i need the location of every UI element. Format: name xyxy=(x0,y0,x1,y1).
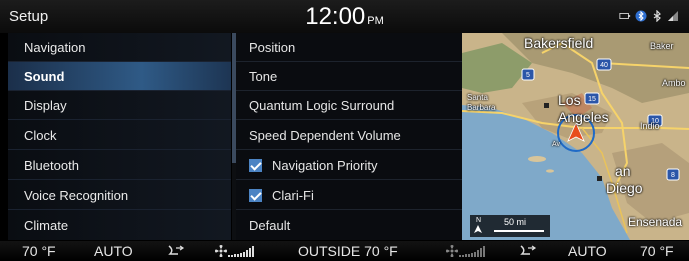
bluetooth-icon xyxy=(653,10,661,22)
option-label: Navigation Priority xyxy=(272,158,378,173)
menu-item-voice-recognition[interactable]: Voice Recognition xyxy=(8,181,231,210)
clari-fi-checkbox[interactable] xyxy=(249,189,262,202)
shield-label: 15 xyxy=(588,96,596,103)
option-navigation-priority[interactable]: Navigation Priority xyxy=(236,151,462,180)
north-arrow-icon xyxy=(474,225,482,233)
option-position[interactable]: Position xyxy=(236,33,462,62)
climate-bar: 70 °F AUTO OUTSIDE 70 °F AUTO 70 °F xyxy=(0,241,689,261)
status-icons xyxy=(619,10,679,22)
fan-icon[interactable] xyxy=(214,244,228,258)
passenger-climate-mode[interactable]: AUTO xyxy=(568,243,607,259)
menu-item-navigation[interactable]: Navigation xyxy=(8,33,231,62)
option-label: Default xyxy=(249,218,291,233)
driver-climate-mode[interactable]: AUTO xyxy=(94,243,133,259)
menu-item-sound[interactable]: Sound xyxy=(8,62,231,91)
driver-airflow-icon[interactable] xyxy=(166,244,186,258)
clock-time: 12:00 xyxy=(305,3,366,30)
option-label: Tone xyxy=(249,69,278,84)
map-label-amboy: Ambo xyxy=(662,78,686,88)
fan-icon[interactable] xyxy=(445,244,459,258)
setup-menu: Navigation Sound Display Clock Bluetooth… xyxy=(8,33,231,240)
shield-label: 40 xyxy=(600,62,608,69)
bluetooth-badge-icon xyxy=(635,10,647,22)
fan-level-indicator xyxy=(459,246,485,257)
map-label-baker: Baker xyxy=(650,41,674,51)
clock: 12:00 PM xyxy=(0,3,689,31)
outside-temperature: OUTSIDE 70 °F xyxy=(298,243,398,259)
option-speed-dependent-volume[interactable]: Speed Dependent Volume xyxy=(236,121,462,150)
map-label-indio: Indio xyxy=(640,121,660,131)
driver-temperature[interactable]: 70 °F xyxy=(22,243,56,259)
option-clari-fi[interactable]: Clari-Fi xyxy=(236,181,462,210)
map-label-avalon: Av xyxy=(552,141,561,148)
shield-label: 8 xyxy=(671,172,675,179)
menu-item-clock[interactable]: Clock xyxy=(8,121,231,150)
menu-item-display[interactable]: Display xyxy=(8,91,231,120)
navigation-map[interactable]: 40 5 15 8 10 Bakersfield Baker Ambo Sant… xyxy=(462,33,689,240)
option-label: Clari-Fi xyxy=(272,188,314,203)
shield-label: 5 xyxy=(526,72,530,79)
passenger-temperature[interactable]: 70 °F xyxy=(640,243,674,259)
scale-bar xyxy=(494,230,544,232)
map-label-bakersfield: Bakersfield xyxy=(524,35,594,51)
map-label-san: an xyxy=(615,163,631,179)
map-label-angeles: Angeles xyxy=(558,109,609,125)
option-quantum-logic-surround[interactable]: Quantum Logic Surround xyxy=(236,91,462,120)
map-label-santa: Santa xyxy=(467,93,488,102)
map-terrain: 40 5 15 8 10 xyxy=(462,33,689,240)
map-scale: N 50 mi xyxy=(470,215,550,237)
map-label-los: Los xyxy=(558,92,581,108)
scale-distance: 50 mi xyxy=(504,217,527,227)
status-bar: Setup 12:00 PM xyxy=(0,0,689,33)
option-tone[interactable]: Tone xyxy=(236,62,462,91)
option-label: Quantum Logic Surround xyxy=(249,98,395,113)
map-label-ensenada: Ensenada xyxy=(628,215,683,229)
menu-item-bluetooth[interactable]: Bluetooth xyxy=(8,151,231,180)
menu-item-climate[interactable]: Climate xyxy=(8,211,231,240)
passenger-airflow-icon[interactable] xyxy=(518,244,538,258)
fan-level-indicator xyxy=(228,246,254,257)
option-label: Position xyxy=(249,40,296,55)
battery-icon xyxy=(619,13,631,19)
navigation-priority-checkbox[interactable] xyxy=(249,159,262,172)
signal-icon xyxy=(668,11,678,21)
map-label-diego: Diego xyxy=(606,180,643,196)
clock-ampm: PM xyxy=(367,15,384,27)
sound-options-list: Position Tone Quantum Logic Surround Spe… xyxy=(236,33,462,240)
option-label: Speed Dependent Volume xyxy=(249,128,401,143)
option-default[interactable]: Default xyxy=(236,211,462,240)
map-label-barbara: Barbara xyxy=(467,103,496,112)
north-label: N xyxy=(476,217,482,224)
